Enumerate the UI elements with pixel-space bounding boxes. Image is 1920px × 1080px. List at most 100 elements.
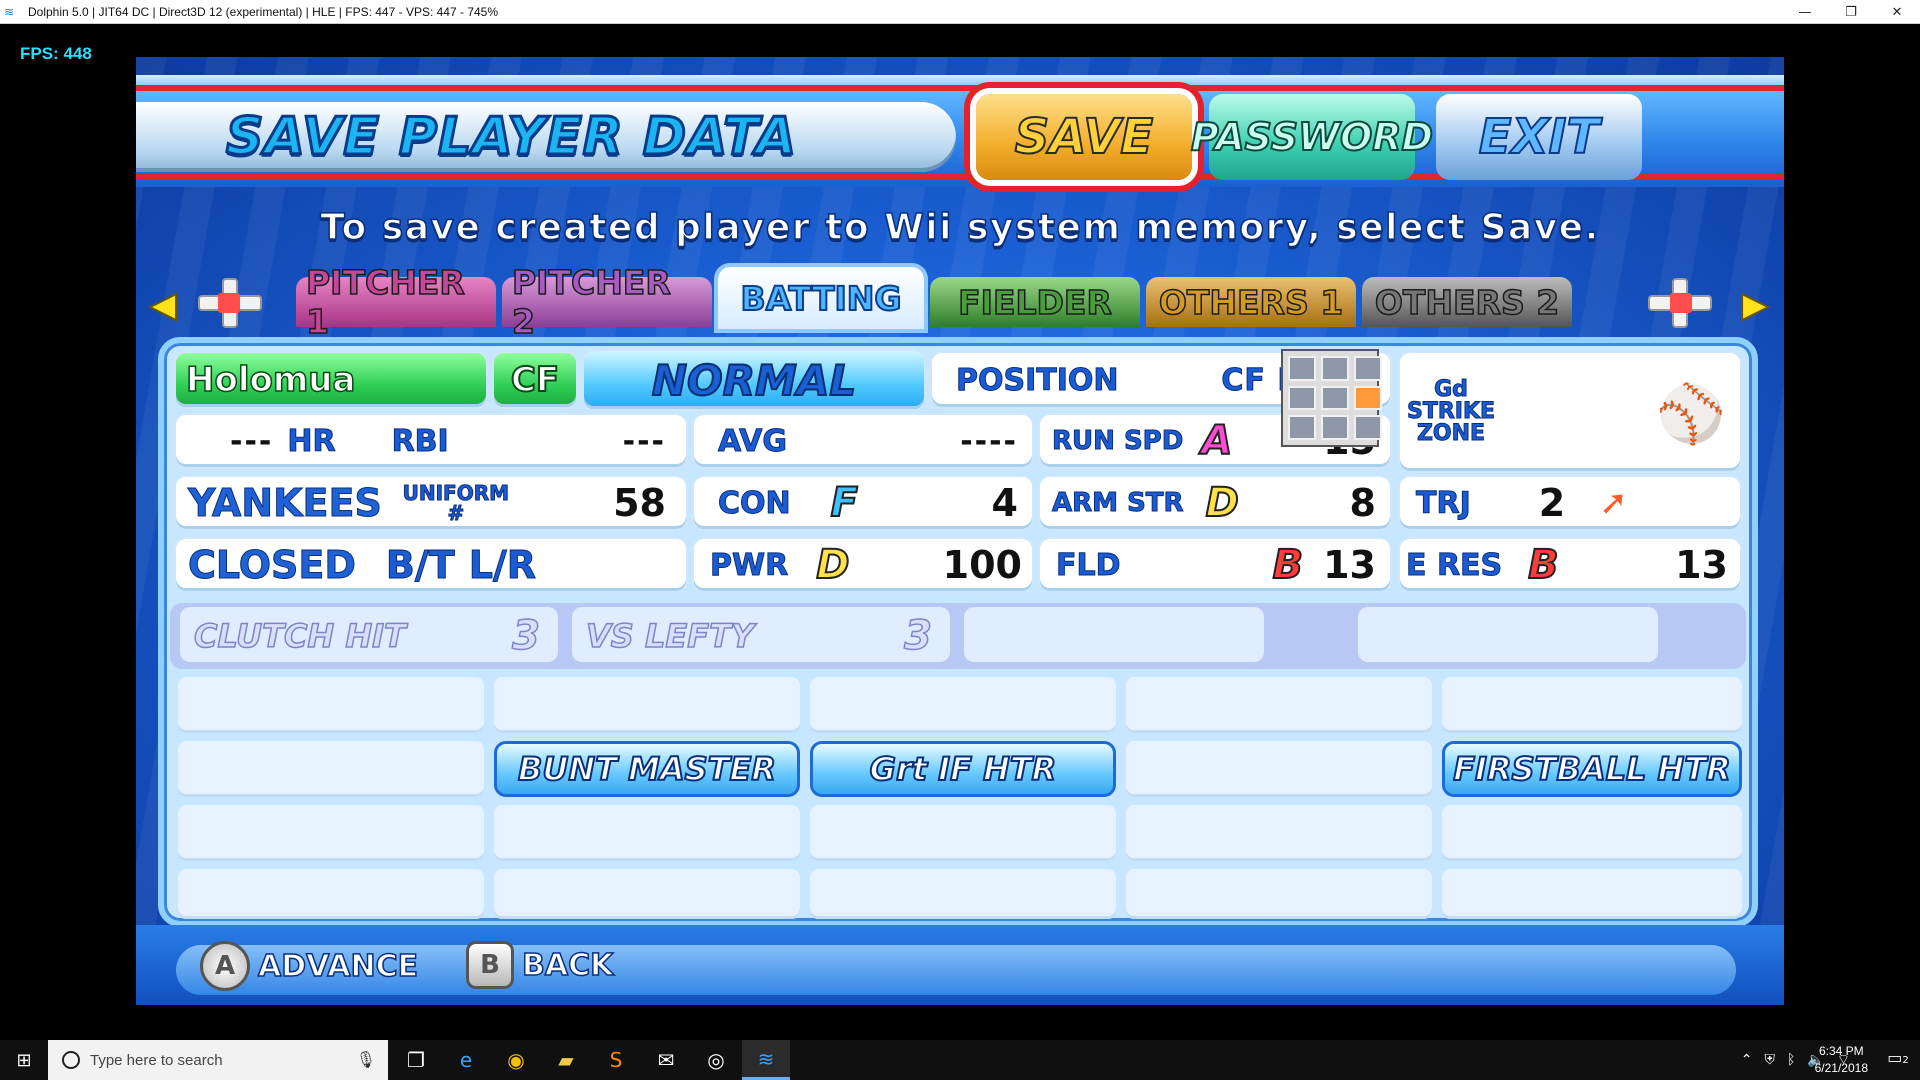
team-name: YANKEES — [188, 481, 383, 526]
tab-fielder[interactable]: FIELDER — [930, 277, 1140, 327]
mail-icon[interactable]: ✉ — [642, 1040, 690, 1080]
arm-strength-grade: D — [1205, 479, 1240, 527]
dolphin-icon: ≋ — [4, 4, 15, 19]
ability-empty-slot[interactable] — [1358, 607, 1658, 665]
fielding-label: FLD — [1056, 547, 1122, 583]
password-button[interactable]: PASSWORD — [1190, 94, 1434, 180]
screen-title: SAVE PLAYER DATA — [225, 106, 798, 169]
file-explorer-icon[interactable]: ▰ — [542, 1040, 590, 1080]
chrome-icon[interactable]: ◉ — [492, 1040, 540, 1080]
ability-slot[interactable] — [1126, 805, 1432, 861]
edge-icon[interactable]: e — [442, 1040, 490, 1080]
minimize-button[interactable]: — — [1782, 0, 1828, 24]
ability-slot[interactable] — [1442, 869, 1742, 919]
ability-empty-slot[interactable] — [964, 607, 1264, 665]
back-label: BACK — [521, 947, 614, 984]
ability-slot[interactable] — [1126, 677, 1432, 733]
ability-slot[interactable] — [494, 805, 800, 861]
tab-bar: PITCHER 1 PITCHER 2 BATTING FIELDER OTHE… — [296, 262, 1572, 342]
ability-slot[interactable] — [494, 869, 800, 919]
ability-slot[interactable] — [810, 869, 1116, 919]
dolphin-taskbar-icon[interactable]: ≋ — [742, 1040, 790, 1080]
b-button-icon: B — [466, 941, 514, 989]
advance-label: ADVANCE — [257, 948, 419, 985]
notification-icon[interactable]: ▭2 — [1884, 1048, 1912, 1072]
security-icon[interactable]: ⛨ — [1764, 1052, 1775, 1068]
tab-pitcher-1[interactable]: PITCHER 1 — [296, 262, 496, 342]
game-viewport[interactable]: SAVE PLAYER DATA SAVE PASSWORD EXIT To s… — [136, 57, 1784, 1005]
ability-firstball-hitter[interactable]: FIRSTBALL HTR — [1442, 741, 1742, 797]
ability-slot[interactable] — [810, 677, 1116, 733]
ability-slot[interactable] — [1442, 677, 1742, 733]
ability-slot[interactable] — [178, 805, 484, 861]
ability-bunt-master[interactable]: BUNT MASTER — [494, 741, 800, 797]
a-button-icon: A — [200, 941, 250, 991]
bt-label: B/T — [385, 543, 455, 588]
red-stripe-top — [136, 85, 1784, 91]
control-back[interactable]: B BACK — [466, 941, 614, 989]
hr-value: --- — [230, 423, 274, 459]
tab-batting[interactable]: BATTING — [718, 267, 924, 329]
control-advance[interactable]: A ADVANCE — [200, 941, 419, 991]
hr-label: HR — [287, 423, 336, 459]
arm-strength-label: ARM STR — [1052, 488, 1185, 519]
fps-counter: FPS: 448 — [20, 44, 92, 63]
tab-right-arrow-icon[interactable]: ▶ — [1741, 284, 1769, 326]
clock-date: 6/21/2018 — [1814, 1061, 1868, 1075]
hr-rbi-cell: --- HR RBI --- — [176, 415, 686, 467]
exit-button[interactable]: EXIT — [1436, 94, 1642, 180]
fielding-value: 13 — [1323, 543, 1376, 587]
ability-slot[interactable] — [178, 869, 484, 919]
avg-value: ---- — [960, 423, 1018, 459]
taskbar-search[interactable]: Type here to search 🎙 — [48, 1040, 388, 1080]
ability-vs-lefty[interactable]: VS LEFTY 3 — [572, 607, 950, 665]
ability-slot[interactable] — [178, 677, 484, 733]
ability-slot[interactable] — [810, 805, 1116, 861]
maximize-button[interactable]: ❐ — [1828, 0, 1874, 24]
ability-slot[interactable] — [178, 741, 484, 797]
tab-others-2[interactable]: OTHERS 2 — [1362, 277, 1572, 327]
windows-start-icon[interactable]: ⊞ — [0, 1040, 48, 1080]
tab-others-1[interactable]: OTHERS 1 — [1146, 277, 1356, 327]
stance: CLOSED — [188, 543, 357, 588]
trajectory-cell: TRJ 2 ➚ — [1400, 477, 1740, 529]
window-controls: — ❐ ✕ — [1782, 0, 1920, 24]
save-button[interactable]: SAVE — [976, 94, 1192, 180]
media-icon[interactable]: ◎ — [692, 1040, 740, 1080]
power-cell: PWR D 100 — [694, 539, 1032, 591]
fielding-grade: B — [1272, 541, 1304, 589]
ability-slot[interactable] — [1126, 741, 1432, 797]
bluetooth-icon[interactable]: ᛒ — [1787, 1052, 1795, 1068]
clock[interactable]: 6:34 PM 6/21/2018 — [1815, 1043, 1868, 1077]
chevron-up-icon[interactable]: ⌃ — [1741, 1052, 1753, 1068]
arm-strength-value: 8 — [1349, 481, 1376, 525]
strike-zone-label: Gd STRIKE ZONE — [1406, 377, 1496, 446]
error-resistance-cell: E RES B 13 — [1400, 539, 1740, 591]
contact-cell: CON F 4 — [694, 477, 1032, 529]
taskbar: ⊞ Type here to search 🎙 ❐ e ◉ ▰ S ✉ ◎ ≋ … — [0, 1040, 1920, 1080]
close-button[interactable]: ✕ — [1874, 0, 1920, 24]
sublime-icon[interactable]: S — [592, 1040, 640, 1080]
strike-zone-grid — [1281, 349, 1382, 447]
strike-zone-cell: Gd STRIKE ZONE ⚾ — [1400, 353, 1740, 471]
player-name[interactable]: Holomua — [176, 353, 486, 407]
position-label: POSITION — [956, 362, 1119, 398]
tab-pitcher-2[interactable]: PITCHER 2 — [502, 262, 712, 342]
player-type[interactable]: NORMAL — [584, 351, 924, 409]
ability-slot[interactable] — [1442, 805, 1742, 861]
tab-left-arrow-icon[interactable]: ◀ — [149, 284, 177, 326]
error-resistance-value: 13 — [1675, 543, 1728, 587]
ability-clutch-hit[interactable]: CLUTCH HIT 3 — [180, 607, 558, 665]
clock-time: 6:34 PM — [1818, 1044, 1864, 1058]
stats-panel: Holomua CF NORMAL POSITION CF LF RF Gd S… — [158, 337, 1758, 927]
position-badge: CF — [494, 353, 576, 407]
window-titlebar[interactable]: ≋ Dolphin 5.0 | JIT64 DC | Direct3D 12 (… — [0, 0, 1920, 24]
microphone-icon[interactable]: 🎙 — [356, 1050, 376, 1069]
task-view-icon[interactable]: ❐ — [392, 1040, 440, 1080]
power-label: PWR — [709, 547, 789, 583]
ability-slot[interactable] — [1126, 869, 1432, 919]
ability-slot[interactable] — [494, 677, 800, 733]
cortana-icon — [62, 1051, 80, 1069]
error-resistance-label: E RES — [1405, 547, 1503, 583]
ability-great-if-hitter[interactable]: Grt IF HTR — [810, 741, 1116, 797]
